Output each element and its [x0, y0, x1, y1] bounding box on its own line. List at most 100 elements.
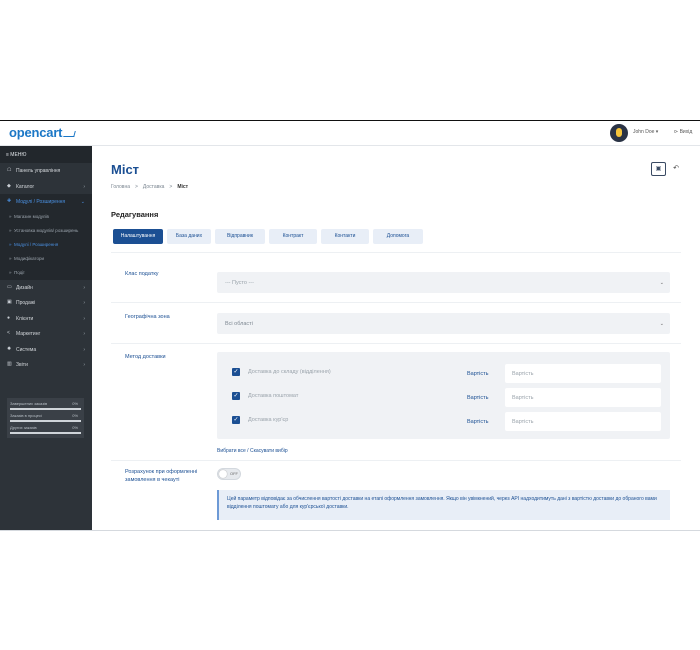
postomat-price-input[interactable]: Вартість: [505, 388, 661, 407]
chevron-right-icon: ›: [83, 315, 85, 322]
chevron-right-icon: ›: [83, 362, 85, 368]
desktop-icon: ▭: [7, 283, 12, 290]
sidebar-item-dashboard[interactable]: ☖ Панель управління: [0, 163, 92, 179]
gear-icon: ✹: [7, 345, 12, 352]
bullet-icon: »: [9, 255, 12, 261]
divider: [111, 343, 681, 344]
tax-class-value: --- Пусто ---: [225, 280, 254, 286]
courier-option-label: Доставка кур'єр: [248, 417, 289, 423]
sidebar-item-label: Дизайн: [16, 284, 33, 291]
delivery-option-row: ✓ Доставка до складу (відділення) Вартіс…: [217, 364, 670, 385]
sidebar-item-label: Звіти: [16, 362, 28, 368]
warehouse-option-label: Доставка до складу (відділення): [248, 369, 331, 375]
tab-help[interactable]: Допомога: [373, 229, 423, 244]
toggle-knob: [219, 470, 227, 478]
breadcrumb-current: Міст: [177, 184, 189, 190]
select-all-link[interactable]: Вибрати все / Скасувати вибір: [217, 448, 288, 454]
price-label: Вартість: [467, 371, 489, 377]
chevron-right-icon: ›: [83, 331, 85, 337]
sidebar-item-label: Система: [16, 346, 37, 353]
delivery-option-row: ✓ Доставка кур'єр Вартість Вартість: [217, 412, 670, 433]
cart-icon: ▣: [7, 299, 12, 305]
menu-toggle[interactable]: ≡ МЕНЮ: [0, 146, 92, 163]
stat-completed: Завершених заказів 0%: [10, 401, 81, 413]
postomat-option-label: Доставка поштомат: [248, 393, 299, 399]
sidebar-item-catalog[interactable]: ◆ Каталог ›: [0, 179, 92, 195]
breadcrumb-separator: >: [169, 184, 173, 190]
back-arrow-icon: ↶: [673, 165, 679, 172]
delivery-option-row: ✓ Доставка поштомат Вартість Вартість: [217, 388, 670, 409]
checkout-calc-toggle[interactable]: OFF: [217, 468, 241, 480]
bullet-icon: »: [9, 213, 12, 219]
sidebar-item-marketing[interactable]: < Маркетинг ›: [0, 326, 92, 342]
sidebar-item-design[interactable]: ▭ Дизайн ›: [0, 280, 92, 296]
submenu-item-modifications[interactable]: » Модифікатори: [0, 252, 92, 266]
page-title: Міст: [111, 162, 140, 177]
tab-sender[interactable]: Відправник: [215, 229, 265, 244]
delivery-method-label: Метод доставки: [125, 354, 166, 360]
share-icon: <: [7, 330, 10, 336]
tag-icon: ◆: [7, 182, 11, 189]
sidebar-item-system[interactable]: ✹ Система ›: [0, 342, 92, 358]
chevron-down-icon: ⌄: [659, 280, 664, 286]
user-menu[interactable]: John Doe ▾: [633, 129, 658, 135]
submenu-item-events[interactable]: » Події: [0, 266, 92, 280]
divider: [111, 302, 681, 303]
chevron-right-icon: ›: [83, 300, 85, 306]
dashboard-icon: ☖: [7, 167, 12, 173]
save-icon: ▣: [655, 166, 662, 172]
courier-price-input[interactable]: Вартість: [505, 412, 661, 431]
submenu-item-installer[interactable]: » Установка модулів/ розширень: [0, 224, 92, 238]
sidebar-item-label: Продажі: [16, 300, 36, 306]
tax-class-select[interactable]: --- Пусто --- ⌄: [217, 272, 670, 293]
sidebar-item-extensions[interactable]: ✚ Модулі / Розширення ⌄: [0, 194, 92, 210]
order-stats-panel: Завершених заказів 0% Заказів в процесі 0%…: [7, 398, 84, 438]
checkout-calc-help: Цей параметр відповідає за обчислення ва…: [217, 490, 670, 520]
bullet-icon: »: [9, 241, 12, 247]
progress-bar: [10, 408, 81, 410]
sidebar-item-reports[interactable]: ▥ Звіти ›: [0, 357, 92, 373]
geo-zone-value: Всі області: [225, 321, 253, 327]
tab-contract[interactable]: Контракт: [269, 229, 317, 244]
sidebar-item-label: Панель управління: [16, 168, 61, 174]
sidebar-item-customers[interactable]: ● Клієнти ›: [0, 311, 92, 327]
save-button[interactable]: ▣: [651, 162, 666, 176]
warehouse-price-input[interactable]: Вартість: [505, 364, 661, 383]
breadcrumb-home[interactable]: Головна: [111, 184, 130, 190]
back-button[interactable]: ↶: [670, 162, 682, 176]
extensions-submenu: » Магазин модулів » Установка модулів/ роз…: [0, 209, 92, 280]
geo-zone-select[interactable]: Всі області ⌄: [217, 313, 670, 334]
chevron-down-icon: ⌄: [659, 321, 664, 327]
breadcrumb: Головна > Доставка > Міст: [111, 184, 193, 190]
puzzle-icon: ✚: [7, 198, 12, 204]
warehouse-checkbox[interactable]: ✓: [232, 368, 240, 376]
divider: [111, 460, 681, 461]
geo-zone-label: Географічна зона: [125, 314, 170, 320]
logout-link[interactable]: ⊳ Вихід: [674, 129, 692, 135]
sidebar-item-label: Модулі / Розширення: [16, 199, 66, 205]
progress-bar: [10, 420, 81, 422]
tab-settings[interactable]: Налаштування: [113, 229, 163, 244]
stat-other: Других заказів 0%: [10, 425, 81, 437]
sidebar-item-label: Клієнти: [16, 315, 34, 322]
submenu-item-extensions[interactable]: » Модулі / Розширення: [0, 238, 92, 252]
submenu-item-marketplace[interactable]: » Магазин модулів: [0, 210, 92, 224]
sidebar-item-sales[interactable]: ▣ Продажі ›: [0, 295, 92, 311]
chevron-right-icon: ›: [83, 284, 85, 291]
postomat-checkbox[interactable]: ✓: [232, 392, 240, 400]
user-icon: ●: [7, 314, 11, 321]
bullet-icon: »: [9, 227, 12, 233]
courier-checkbox[interactable]: ✓: [232, 416, 240, 424]
chevron-right-icon: ›: [83, 183, 85, 190]
top-header: opencart John Doe ▾ ⊳ Вихід: [0, 121, 700, 146]
avatar[interactable]: [610, 124, 628, 142]
price-label: Вартість: [467, 395, 489, 401]
section-title: Редагування: [111, 210, 159, 219]
opencart-logo[interactable]: opencart: [9, 125, 77, 140]
frame-bottom-border: [0, 530, 700, 531]
chevron-right-icon: ›: [83, 346, 85, 353]
sidebar: ≡ МЕНЮ ☖ Панель управління ◆ Каталог › ✚…: [0, 146, 92, 531]
breadcrumb-shipping[interactable]: Доставка: [143, 184, 164, 190]
tab-contacts[interactable]: Контакти: [321, 229, 369, 244]
tab-database[interactable]: База даних: [167, 229, 211, 244]
